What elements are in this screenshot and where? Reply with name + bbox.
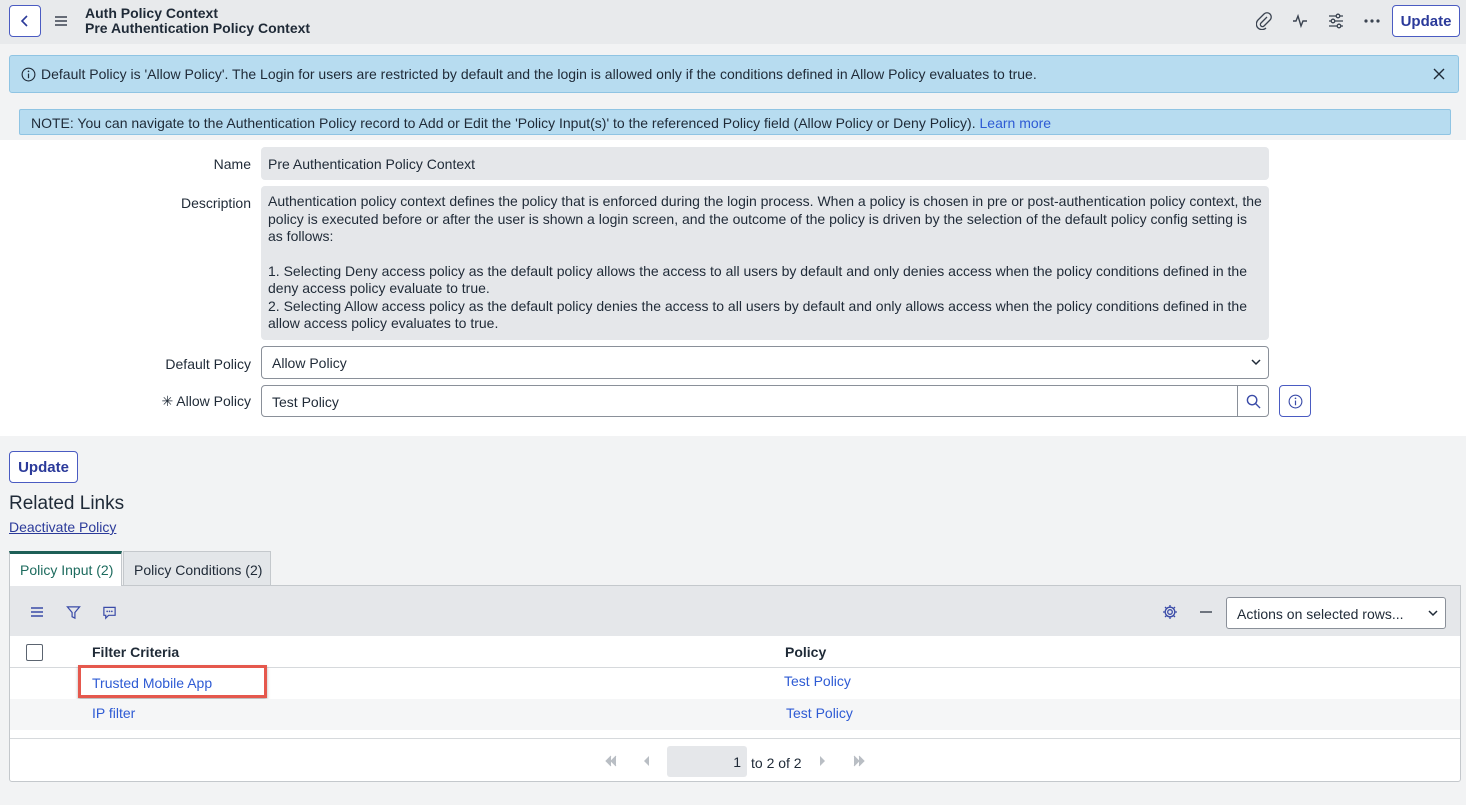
list-header-row: Filter Criteria Policy [10,636,1460,668]
related-links-heading: Related Links [9,493,125,514]
deactivate-policy-link[interactable]: Deactivate Policy [9,519,116,535]
allow-policy-input[interactable]: Test Policy [261,385,1238,417]
info-icon [21,67,36,82]
sliders-icon [1329,13,1343,29]
activity-button[interactable] [1290,11,1310,31]
name-value: Pre Authentication Policy Context [268,156,476,172]
title-block: Auth Policy Context Pre Authentication P… [85,6,310,36]
bottom-update-button[interactable]: Update [9,451,78,483]
form-header: Auth Policy Context Pre Authentication P… [0,0,1466,44]
name-label: Name [213,156,251,172]
info-icon [1288,394,1302,408]
learn-more-link[interactable]: Learn more [980,115,1052,131]
page-range-text: to 2 of 2 [751,755,802,771]
menu-icon [55,16,67,26]
tab-policy-input[interactable]: Policy Input (2) [9,551,122,586]
description-paragraph-2: 1. Selecting Deny access policy as the d… [268,262,1248,297]
lookup-button[interactable] [1237,385,1269,417]
info-message-text: Default Policy is 'Allow Policy'. The Lo… [41,66,1037,82]
note-text: NOTE: You can navigate to the Authentica… [31,115,976,131]
default-policy-label: Default Policy [165,356,251,372]
tab-policy-conditions[interactable]: Policy Conditions (2) [123,551,271,586]
description-paragraph-1: Authentication policy context defines th… [268,193,1262,244]
default-policy-select[interactable]: Allow Policy [261,346,1269,379]
list-menu-button[interactable] [28,603,46,621]
highlight-annotation [78,665,267,698]
description-field[interactable]: Authentication policy context defines th… [261,186,1269,340]
allow-policy-label-group: ✳ Allow Policy [161,393,251,410]
double-chevron-right-icon [853,755,865,767]
comment-button[interactable] [100,603,118,621]
comment-icon [102,606,116,620]
chevron-left-icon [644,756,649,766]
more-options-button[interactable] [1362,11,1382,31]
paperclip-icon [1256,12,1272,30]
reference-info-button[interactable] [1279,385,1311,417]
table-row: IP filter Test Policy [10,699,1460,730]
allow-policy-label: Allow Policy [176,393,251,409]
column-header-policy[interactable]: Policy [785,644,826,660]
column-header-filter-criteria[interactable]: Filter Criteria [92,644,179,660]
related-list-panel: Actions on selected rows... Filter Crite… [9,585,1461,782]
required-marker: ✳ [161,393,174,409]
actions-select-value: Actions on selected rows... [1237,606,1404,622]
note-banner: NOTE: You can navigate to the Authentica… [19,109,1451,135]
filter-icon [65,605,81,619]
actions-on-selected-rows-select[interactable]: Actions on selected rows... [1226,597,1446,629]
form-title: Auth Policy Context [85,5,219,21]
default-policy-value: Allow Policy [272,355,347,371]
last-page-button[interactable] [852,755,866,767]
list-toolbar: Actions on selected rows... [10,586,1460,636]
filter-button[interactable] [64,603,82,621]
pagination-bar: 1 to 2 of 2 [10,738,1460,782]
filter-criteria-link[interactable]: IP filter [92,705,135,721]
more-icon [1364,19,1380,23]
policy-link[interactable]: Test Policy [784,673,851,689]
tab-policy-conditions-label: Policy Conditions (2) [134,562,263,578]
note-message: NOTE: You can navigate to the Authentica… [31,115,1051,131]
list-settings-button[interactable] [1161,603,1179,621]
select-all-checkbox[interactable] [26,644,43,661]
page-number-input[interactable]: 1 [667,746,747,777]
collapse-list-button[interactable] [1197,603,1215,621]
description-paragraph-3: 2. Selecting Allow access policy as the … [268,297,1248,332]
personalize-button[interactable] [1326,11,1346,31]
chevron-down-icon [1251,359,1261,366]
header-update-button[interactable]: Update [1392,5,1460,37]
allow-policy-value: Test Policy [272,394,339,410]
description-label: Description [180,195,251,211]
back-button[interactable] [9,5,41,37]
back-icon [20,15,28,27]
page-number-value: 1 [733,754,741,770]
info-message-banner: Default Policy is 'Allow Policy'. The Lo… [9,55,1459,93]
double-chevron-left-icon [605,755,617,767]
previous-page-button[interactable] [642,755,650,767]
minus-icon [1200,611,1212,613]
search-icon [1246,394,1261,409]
context-menu-button[interactable] [52,12,70,30]
tab-policy-input-label: Policy Input (2) [20,562,114,578]
menu-icon [31,607,43,617]
attachment-button[interactable] [1254,11,1274,31]
policy-link[interactable]: Test Policy [786,705,853,721]
chevron-down-icon [1428,610,1438,617]
name-field[interactable]: Pre Authentication Policy Context [261,147,1269,180]
next-page-button[interactable] [819,755,827,767]
activity-icon [1293,13,1307,29]
gear-icon [1163,605,1177,619]
form-subtitle: Pre Authentication Policy Context [85,20,311,36]
first-page-button[interactable] [604,755,618,767]
form-body: Name Pre Authentication Policy Context D… [0,140,1466,436]
chevron-right-icon [820,756,825,766]
close-icon[interactable] [1432,67,1446,81]
